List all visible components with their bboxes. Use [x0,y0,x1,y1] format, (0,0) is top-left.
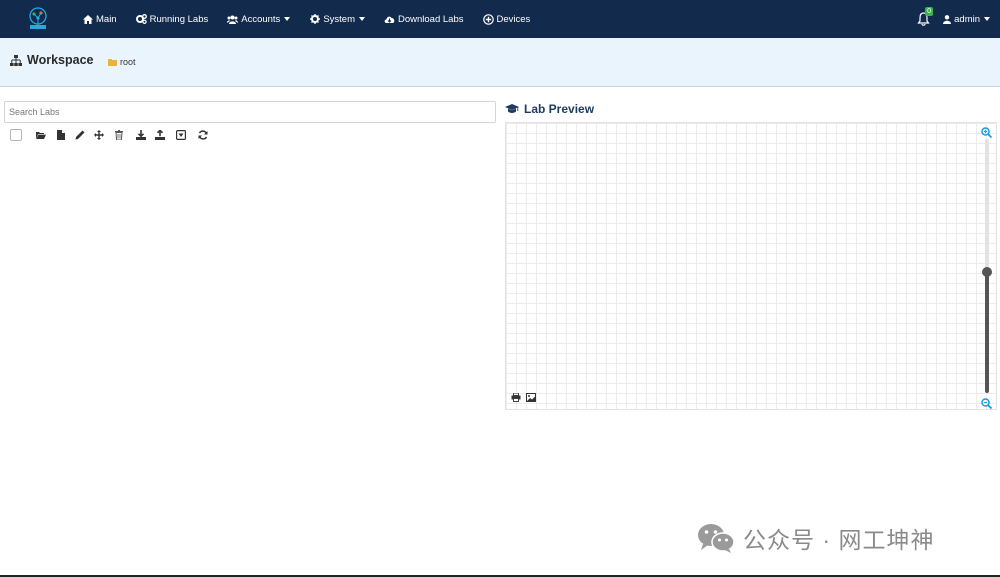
cogs-icon [135,14,147,25]
breadcrumb[interactable]: root [108,57,136,67]
graduation-cap-icon [505,104,519,113]
lab-preview-canvas[interactable] [505,122,997,410]
wechat-watermark: 公众号 · 网工坤神 [697,521,934,555]
chevron-down-icon [359,17,365,21]
print-icon[interactable] [511,393,521,402]
refresh-icon[interactable] [198,130,208,140]
nav-system[interactable]: System [309,14,365,25]
nav-running-labs[interactable]: Running Labs [135,13,209,25]
wechat-icon [698,524,735,553]
nav-accounts[interactable]: Accounts [227,13,291,25]
zoom-slider-fill [985,272,989,393]
notification-bell-icon[interactable]: 0 [917,7,934,26]
page-title-text: Workspace [27,53,94,67]
zoom-out-icon[interactable] [981,396,993,410]
lab-preview-title: Lab Preview [505,102,594,116]
open-folder-icon[interactable] [36,130,46,140]
nav-running-labs-label: Running Labs [149,13,209,25]
canvas-tools [511,393,541,402]
search-input[interactable] [4,101,496,123]
new-file-icon[interactable] [56,130,66,140]
workspace-header: Workspace root [0,38,1000,87]
delete-icon[interactable] [114,130,124,140]
import-icon[interactable] [155,130,165,140]
rename-icon[interactable] [75,130,85,140]
gear-icon [309,14,320,25]
export-icon[interactable] [136,130,146,140]
users-icon [227,14,239,25]
page-title: Workspace [10,53,93,67]
nav-devices-label: Devices [496,13,531,25]
select-all-checkbox[interactable] [10,129,22,141]
breadcrumb-root: root [120,57,136,67]
image-export-icon[interactable] [526,393,536,402]
notification-count-badge: 0 [925,7,934,16]
plus-circle-icon [482,13,494,25]
home-icon [82,14,93,25]
select-all-icon[interactable] [176,130,186,140]
lab-toolbar [10,128,208,142]
nav-system-label: System [323,13,355,25]
user-icon [943,14,952,24]
lab-preview-title-text: Lab Preview [524,102,595,116]
folder-icon [108,58,117,66]
move-icon[interactable] [94,130,104,140]
top-navbar: Main Running Labs Accounts System Downlo… [0,0,1000,38]
eve-logo-icon[interactable] [26,7,50,33]
nav-main-label: Main [96,13,117,25]
nav-devices[interactable]: Devices [482,13,531,25]
nav-download-labs-label: Download Labs [398,13,464,25]
nav-accounts-label: Accounts [241,13,281,25]
nav-main[interactable]: Main [82,14,117,25]
user-name: admin [954,13,980,25]
zoom-in-icon[interactable] [981,125,993,139]
user-menu[interactable]: admin [943,14,990,25]
sitemap-icon [10,54,22,66]
cloud-download-icon [384,14,395,25]
watermark-text: 公众号 · 网工坤神 [743,527,935,553]
chevron-down-icon [984,17,990,21]
nav-download-labs[interactable]: Download Labs [384,14,464,25]
chevron-down-icon [284,17,291,21]
zoom-slider-handle[interactable] [982,267,992,277]
